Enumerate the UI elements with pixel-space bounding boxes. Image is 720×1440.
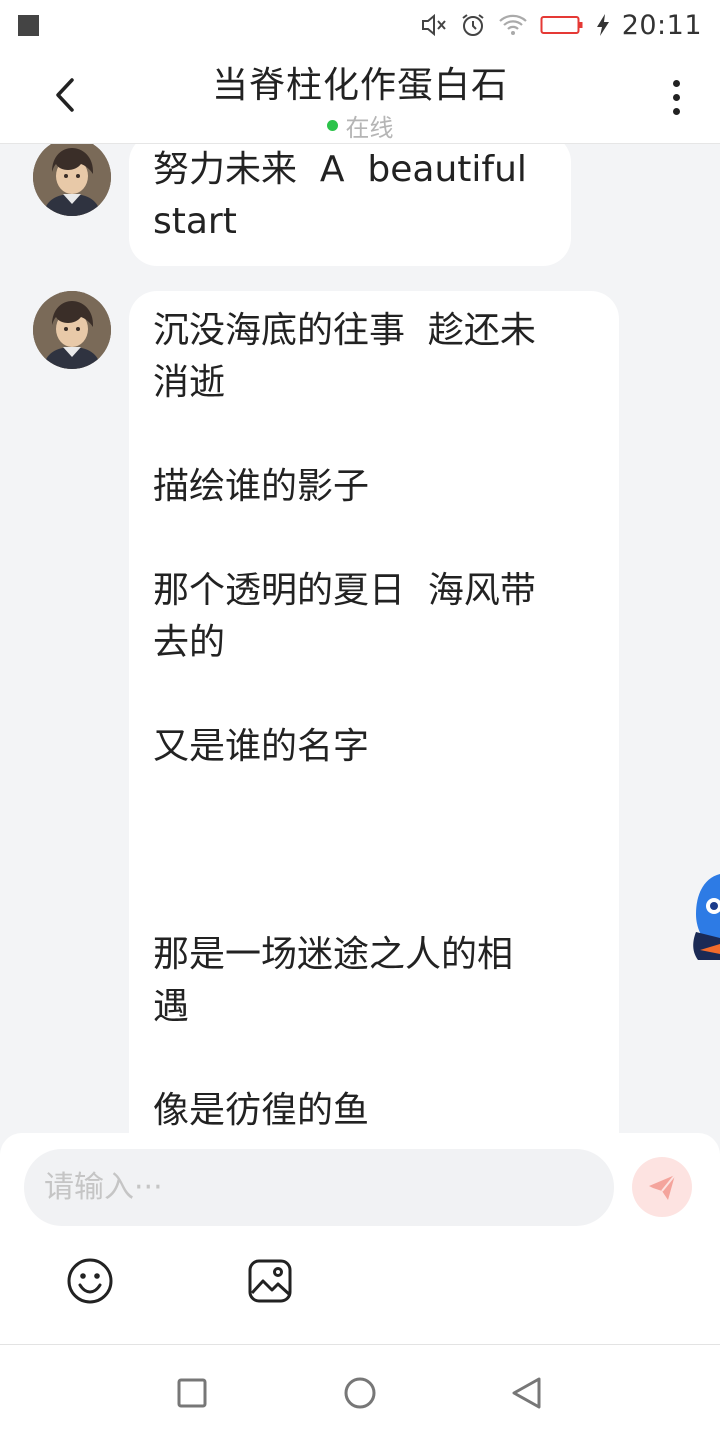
home-icon (344, 1377, 376, 1409)
emoji-button[interactable] (66, 1257, 114, 1305)
home-button[interactable] (340, 1373, 380, 1413)
message-line (153, 825, 595, 877)
wifi-icon (498, 13, 528, 37)
send-button[interactable] (632, 1157, 692, 1217)
message-line: 像是彷徨的鱼 (153, 1090, 370, 1131)
message-line: start (153, 201, 237, 242)
avatar[interactable] (33, 291, 111, 369)
more-vertical-icon (672, 79, 680, 87)
chat-title: 当脊柱化作蛋白石 (211, 65, 508, 106)
message-line (153, 513, 595, 565)
message-line: 去的 (153, 622, 226, 663)
system-back-button[interactable] (506, 1373, 546, 1413)
floating-assistant-icon[interactable] (692, 872, 720, 964)
input-panel (0, 1133, 720, 1345)
charging-icon (596, 13, 610, 37)
message-line: 描绘谁的影子 (153, 466, 370, 507)
back-triangle-icon (512, 1377, 541, 1409)
more-button[interactable] (658, 72, 694, 122)
online-dot (326, 120, 338, 131)
notification-square-icon (18, 14, 39, 36)
emoji-icon (67, 1258, 113, 1304)
chat-screen: 20:11 当脊柱化作蛋白石 在线 努力未来 A beautiful start… (0, 0, 720, 1440)
message-bubble[interactable]: 努力未来 A beautiful start (129, 144, 571, 266)
message-line: 又是谁的名字 (153, 726, 370, 767)
message-line: 那是一场迷途之人的相 (153, 934, 514, 975)
message-line (153, 1033, 595, 1085)
message-line: 遇 (153, 986, 190, 1027)
chat-header: 当脊柱化作蛋白石 在线 (0, 50, 720, 144)
more-dot (672, 107, 680, 115)
title-block: 当脊柱化作蛋白石 在线 (0, 56, 720, 143)
message-line (153, 877, 595, 929)
message-line: 那个透明的夏日 海风带 (153, 570, 536, 611)
avatar[interactable] (33, 144, 111, 216)
message-line: 沉没海底的往事 趁还未 (153, 310, 536, 351)
system-nav-bar (0, 1345, 720, 1440)
online-status: 在线 (0, 108, 720, 143)
mute-icon (420, 13, 448, 37)
message-line (153, 773, 595, 825)
recent-apps-button[interactable] (172, 1373, 212, 1413)
message-line: 消逝 (153, 362, 226, 403)
status-time: 20:11 (621, 9, 702, 41)
status-bar: 20:11 (0, 0, 720, 50)
more-dot (672, 93, 680, 101)
message-line (153, 669, 595, 721)
message-list[interactable]: 努力未来 A beautiful start 沉没海底的往事 趁还未 消逝 描绘… (0, 144, 720, 1134)
status-icons: 20:11 (420, 10, 702, 41)
image-button[interactable] (246, 1257, 294, 1305)
message-line (153, 409, 595, 461)
send-icon (649, 1174, 676, 1200)
message-bubble[interactable]: 沉没海底的往事 趁还未 消逝 描绘谁的影子 那个透明的夏日 海风带 去的 又是谁… (129, 291, 619, 1134)
battery-low-icon (540, 14, 584, 36)
image-icon (248, 1259, 292, 1303)
message-input[interactable] (24, 1149, 614, 1226)
online-status-text: 在线 (345, 114, 394, 142)
recent-apps-icon (177, 1378, 207, 1408)
message-line: 努力未来 A beautiful (153, 149, 527, 190)
alarm-icon (460, 12, 486, 38)
